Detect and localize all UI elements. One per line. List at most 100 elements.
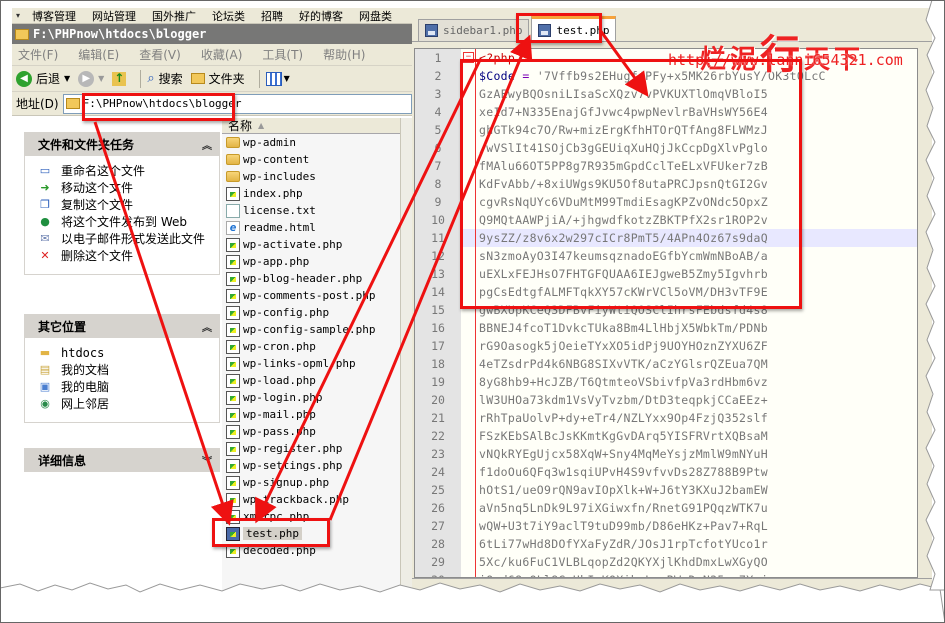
line-number: 22	[415, 427, 461, 445]
file-row[interactable]: wp-trackback.php	[222, 491, 400, 508]
place-item[interactable]: ▬ htdocs	[37, 346, 211, 360]
menu-file[interactable]: 文件(F)	[18, 46, 58, 63]
file-name: wp-content	[243, 153, 310, 166]
file-row[interactable]: index.php	[222, 185, 400, 202]
folder-icon	[226, 154, 240, 165]
fold-margin	[461, 211, 475, 229]
favorite-link[interactable]: 国外推广	[144, 8, 204, 23]
task-item[interactable]: ✉ 以电子邮件形式发送此文件	[37, 232, 211, 246]
file-row[interactable]: wp-blog-header.php	[222, 270, 400, 287]
line-number: 2	[415, 67, 461, 85]
code-line: 13 uEXLxFEJHsO7FHTGFQUAA6IEJgweB5Zmy5Igvh…	[415, 265, 917, 283]
forward-dropdown-icon[interactable]: ▼	[98, 74, 104, 83]
menu-view[interactable]: 查看(V)	[139, 46, 181, 63]
file-tasks-list: ▭ 重命名这个文件 ➜ 移动这个文件 ❐ 复制这个文件 ● 将这个文件发布到 Web ✉ 以电子邮…	[24, 156, 220, 275]
expand-icon[interactable]: ︾	[202, 453, 212, 468]
up-folder-button[interactable]: ↑	[112, 71, 127, 86]
menu-tools[interactable]: 工具(T)	[262, 46, 303, 63]
address-input[interactable]: F:\PHPnow\htdocs\blogger	[62, 93, 412, 114]
fold-toggle-icon[interactable]	[461, 49, 475, 67]
php-file-icon	[226, 424, 240, 439]
place-item-label: htdocs	[61, 346, 105, 360]
code-text: 4eTZsdrPd4k6NBG8SIXvVTK/aCzYGlsrQZEua7QM	[479, 357, 768, 371]
favorite-link[interactable]: 网盘类	[351, 8, 400, 23]
file-row[interactable]: license.txt	[222, 202, 400, 219]
favorite-link[interactable]: 论坛类	[204, 8, 253, 23]
favorite-link[interactable]: 博客管理	[24, 8, 84, 23]
file-row[interactable]: wp-links-opml.php	[222, 355, 400, 372]
menu-bar: 文件(F) 编辑(E) 查看(V) 收藏(A) 工具(T) 帮助(H)	[12, 44, 412, 66]
task-item[interactable]: ➜ 移动这个文件	[37, 181, 211, 195]
file-rows: wp-admin wp-content wp-includes index.php li…	[222, 134, 400, 559]
favorite-link[interactable]: 招聘	[253, 8, 291, 23]
views-button[interactable]: ▼	[265, 71, 290, 86]
file-row[interactable]: wp-admin	[222, 134, 400, 151]
file-row[interactable]: decoded.php	[222, 542, 400, 559]
code-text: vNQkRYEgUjcx58XqW+Sny4MqMeYsjzMmlW9mNYuH	[479, 447, 768, 461]
file-row[interactable]: wp-includes	[222, 168, 400, 185]
file-row[interactable]: wp-config-sample.php	[222, 321, 400, 338]
menu-edit[interactable]: 编辑(E)	[78, 46, 119, 63]
code-text: 8yG8hb9+HcJZB/T6QtmteoVSbivfpVa3rdHbm6vz	[479, 375, 768, 389]
favorite-link[interactable]: 网站管理	[84, 8, 144, 23]
code-line: 8 KdFvAbb/+8xiUWgs9KU5Of8utaPRCJpsnQtGI2G…	[415, 175, 917, 193]
file-row[interactable]: wp-cron.php	[222, 338, 400, 355]
file-name: wp-includes	[243, 170, 316, 183]
php-file-icon	[226, 339, 240, 354]
file-row[interactable]: wp-content	[222, 151, 400, 168]
file-row-selected[interactable]: test.php	[222, 525, 400, 542]
task-item-label: 以电子邮件形式发送此文件	[61, 232, 206, 246]
file-row[interactable]: wp-signup.php	[222, 474, 400, 491]
menu-favorites[interactable]: 收藏(A)	[201, 46, 243, 63]
place-item[interactable]: ▣ 我的电脑	[37, 380, 211, 394]
file-row[interactable]: wp-config.php	[222, 304, 400, 321]
code-line: 3 GzAEwyBQOsniLIsaScXQzv7vPVKUXTlOmqVBloI…	[415, 85, 917, 103]
file-list-scrollbar[interactable]	[400, 118, 412, 598]
file-row[interactable]: wp-comments-post.php	[222, 287, 400, 304]
task-item[interactable]: ✕ 删除这个文件	[37, 249, 211, 263]
details-header[interactable]: 详细信息 ︾	[24, 448, 220, 472]
task-item[interactable]: ❐ 复制这个文件	[37, 198, 211, 212]
file-row[interactable]: wp-app.php	[222, 253, 400, 270]
file-row[interactable]: e readme.html	[222, 219, 400, 236]
folders-button[interactable]: 文件夹	[190, 70, 245, 87]
column-header-name[interactable]: 名称 ▲	[222, 118, 400, 134]
line-number: 1	[415, 49, 461, 67]
code-line: 27 wQW+U3t7iY9aclT9tuD99mb/D86eHKz+Pav7+R…	[415, 517, 917, 535]
file-name: wp-links-opml.php	[243, 357, 356, 370]
search-button[interactable]: ⌕ 搜索	[147, 70, 182, 87]
collapse-icon[interactable]: ︽	[202, 319, 212, 334]
file-row[interactable]: wp-login.php	[222, 389, 400, 406]
file-row[interactable]: wp-register.php	[222, 440, 400, 457]
code-line: 6/wVSlIt41SOjCb3gGEUiqXuHQjJkCcpDgXlvPgl…	[415, 139, 917, 157]
tab-active[interactable]: test.php	[531, 16, 617, 41]
file-name: wp-settings.php	[243, 459, 343, 472]
file-row[interactable]: wp-pass.php	[222, 423, 400, 440]
line-number: 29	[415, 553, 461, 571]
favorites-chevron-icon[interactable]: ▾	[12, 11, 24, 20]
favorite-link[interactable]: 好的博客	[291, 8, 351, 23]
place-item[interactable]: ◉ 网上邻居	[37, 397, 211, 411]
code-editor[interactable]: 1<?php2$Code = '7Vffb9s2EHugf4PFy+x5MK26…	[414, 48, 918, 578]
file-row[interactable]: wp-settings.php	[222, 457, 400, 474]
collapse-icon[interactable]: ︽	[202, 137, 212, 152]
task-item[interactable]: ▭ 重命名这个文件	[37, 164, 211, 178]
tab[interactable]: sidebar1.php	[418, 19, 530, 41]
place-item[interactable]: ▤ 我的文档	[37, 363, 211, 377]
file-row[interactable]: xmlrpc.php	[222, 508, 400, 525]
php-file-icon	[226, 509, 240, 524]
tab-label: test.php	[556, 23, 610, 37]
task-item[interactable]: ● 将这个文件发布到 Web	[37, 215, 211, 229]
fold-margin	[461, 319, 475, 337]
editor-statusbar	[412, 578, 932, 600]
menu-help[interactable]: 帮助(H)	[323, 46, 365, 63]
back-button[interactable]: ◀ 后退 ▼	[16, 70, 70, 87]
other-places-header[interactable]: 其它位置 ︽	[24, 314, 220, 338]
file-row[interactable]: wp-activate.php	[222, 236, 400, 253]
back-dropdown-icon[interactable]: ▼	[64, 74, 70, 83]
forward-button[interactable]: ▶ ▼	[78, 70, 104, 87]
file-tasks-header[interactable]: 文件和文件夹任务 ︽	[24, 132, 220, 156]
line-number: 21	[415, 409, 461, 427]
file-row[interactable]: wp-load.php	[222, 372, 400, 389]
file-row[interactable]: wp-mail.php	[222, 406, 400, 423]
